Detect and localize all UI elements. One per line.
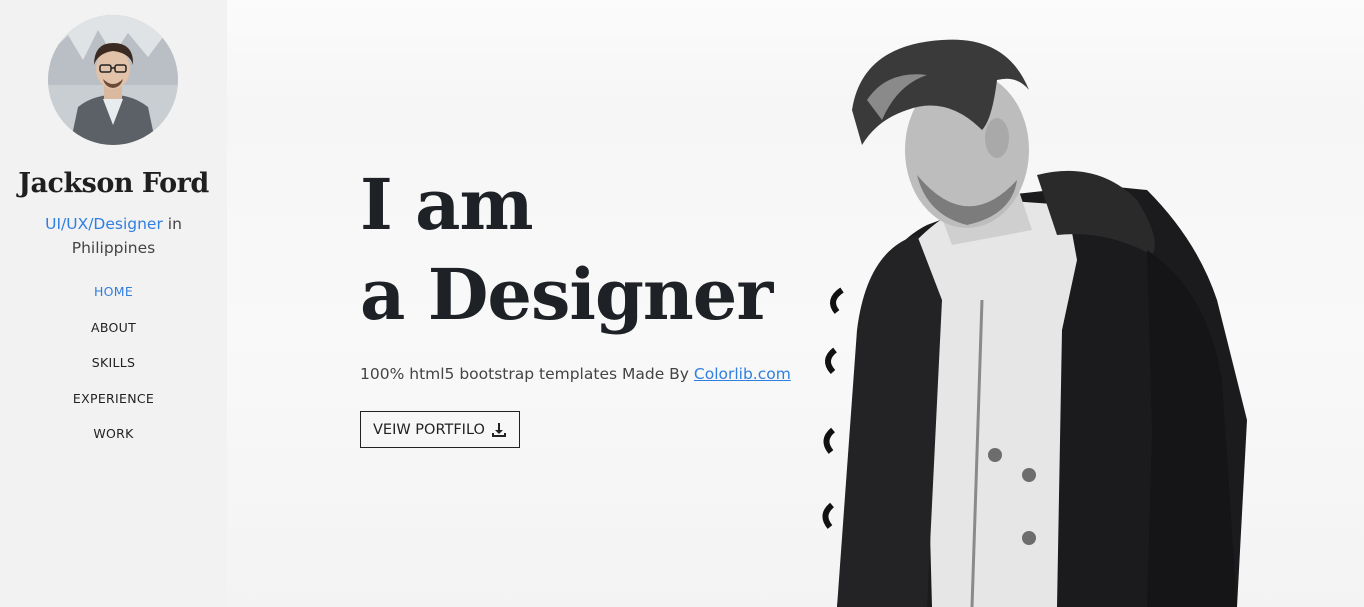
nav-item-home[interactable]: HOME [0, 281, 227, 317]
role-title: UI/UX/Designer [45, 215, 163, 233]
view-portfolio-button[interactable]: VEIW PORTFILO [360, 411, 520, 448]
profile-role: UI/UX/Designer in Philippines [0, 212, 227, 260]
view-portfolio-label: VEIW PORTFILO [373, 421, 485, 438]
hero-headline-line-1: I am [360, 163, 534, 246]
nav-item-work[interactable]: WORK [0, 423, 227, 459]
hero-section: I am a Designer 100% html5 bootstrap tem… [227, 0, 1364, 607]
download-icon [491, 422, 506, 437]
hero-tagline: 100% html5 bootstrap templates Made By C… [360, 365, 791, 383]
hero-headline-line-2: a Designer [360, 253, 773, 336]
role-connector: in [162, 215, 182, 233]
profile-name: Jackson Ford [18, 168, 209, 199]
sidebar: Jackson Ford UI/UX/Designer in Philippin… [0, 0, 227, 607]
avatar [48, 15, 178, 145]
avatar-photo [48, 15, 178, 145]
nav-item-experience[interactable]: EXPERIENCE [0, 388, 227, 424]
sidebar-nav: HOME ABOUT SKILLS EXPERIENCE WORK [0, 281, 227, 459]
role-location: Philippines [71, 239, 156, 257]
page: Jackson Ford UI/UX/Designer in Philippin… [0, 0, 1364, 607]
colorlib-link[interactable]: Colorlib.com [694, 365, 791, 383]
nav-item-skills[interactable]: SKILLS [0, 352, 227, 388]
hero-headline: I am a Designer [360, 160, 773, 340]
hero-tagline-text: 100% html5 bootstrap templates Made By [360, 365, 694, 383]
nav-item-about[interactable]: ABOUT [0, 317, 227, 353]
hero-photo [822, 39, 1247, 607]
